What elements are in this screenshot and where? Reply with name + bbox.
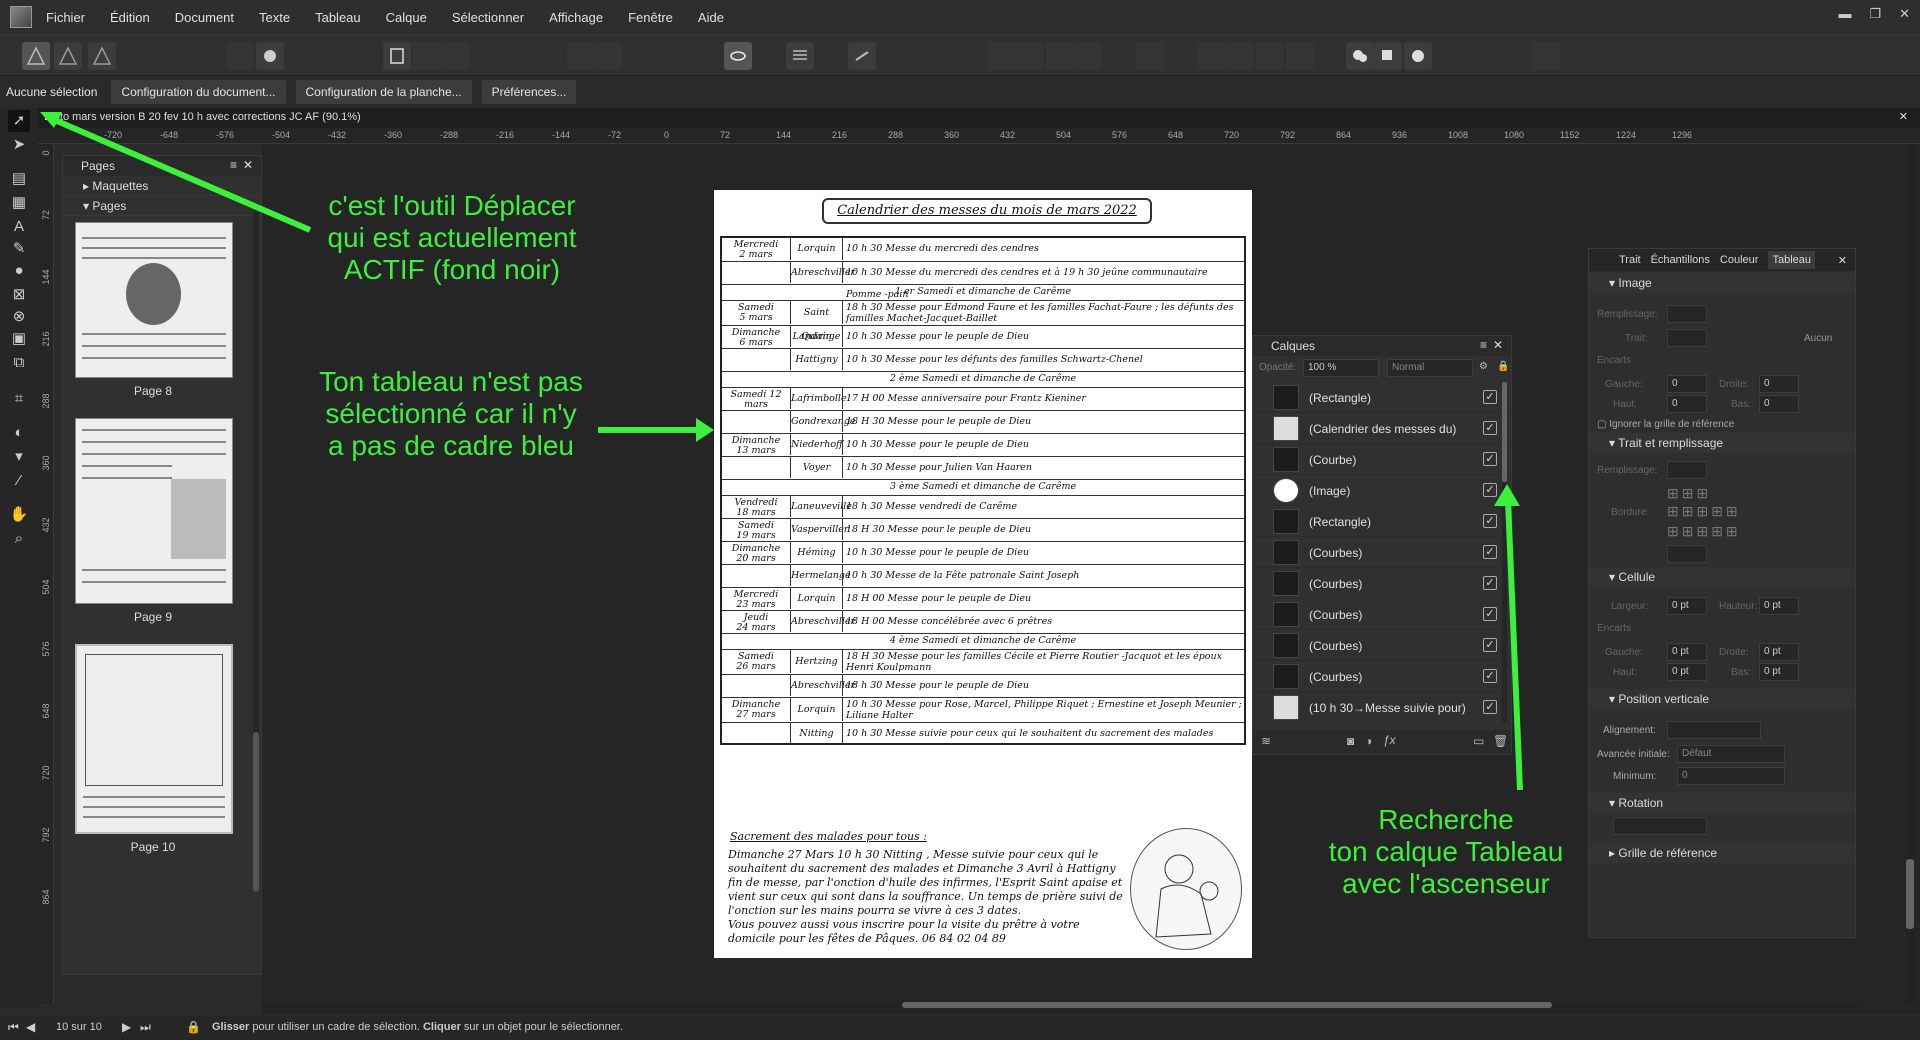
hint-click: Cliquer [422, 1021, 461, 1033]
arrowhead-table [696, 418, 714, 442]
lock-status-icon: 🔒 [186, 1020, 201, 1034]
annotation-table: Ton tableau n'est pas sélectionné car il … [319, 366, 583, 461]
horizontal-scroll-thumb[interactable] [902, 1002, 1552, 1008]
hint-click-text: sur un objet pour le sélectionner. [460, 1021, 623, 1033]
hint-drag: Glisser [212, 1021, 250, 1033]
prev-page-icon[interactable]: ◀ [26, 1020, 35, 1034]
annotation-move-tool: c'est l'outil Déplacer qui est actuelleme… [327, 190, 577, 285]
page-counter: 10 sur 10 [56, 1021, 102, 1033]
first-page-icon[interactable]: ⏮ [8, 1020, 19, 1035]
arrow-to-move-tool [48, 115, 312, 233]
vertical-scroll-thumb[interactable] [1906, 859, 1914, 929]
vertical-scrollbar[interactable] [1906, 144, 1914, 1004]
annotation-arrows [40, 112, 1523, 791]
status-bar: ⏮ ◀ 10 sur 10 ▶ ⏭ 🔒 Glisser pour utilise… [0, 1016, 1920, 1040]
horizontal-scrollbar[interactable] [262, 1002, 1862, 1008]
arrowhead-scrollbar [1494, 484, 1520, 506]
arrow-to-scrollbar [1505, 499, 1523, 791]
hint-drag-text: pour utiliser un cadre de sélection. [249, 1021, 423, 1033]
annotation-layer: Recherche ton calque Tableau avec l'ascens… [1328, 804, 1564, 899]
last-page-icon[interactable]: ⏭ [140, 1020, 151, 1035]
next-page-icon[interactable]: ▶ [122, 1020, 131, 1034]
status-hint: Glisser pour utiliser un cadre de sélect… [212, 1021, 623, 1033]
